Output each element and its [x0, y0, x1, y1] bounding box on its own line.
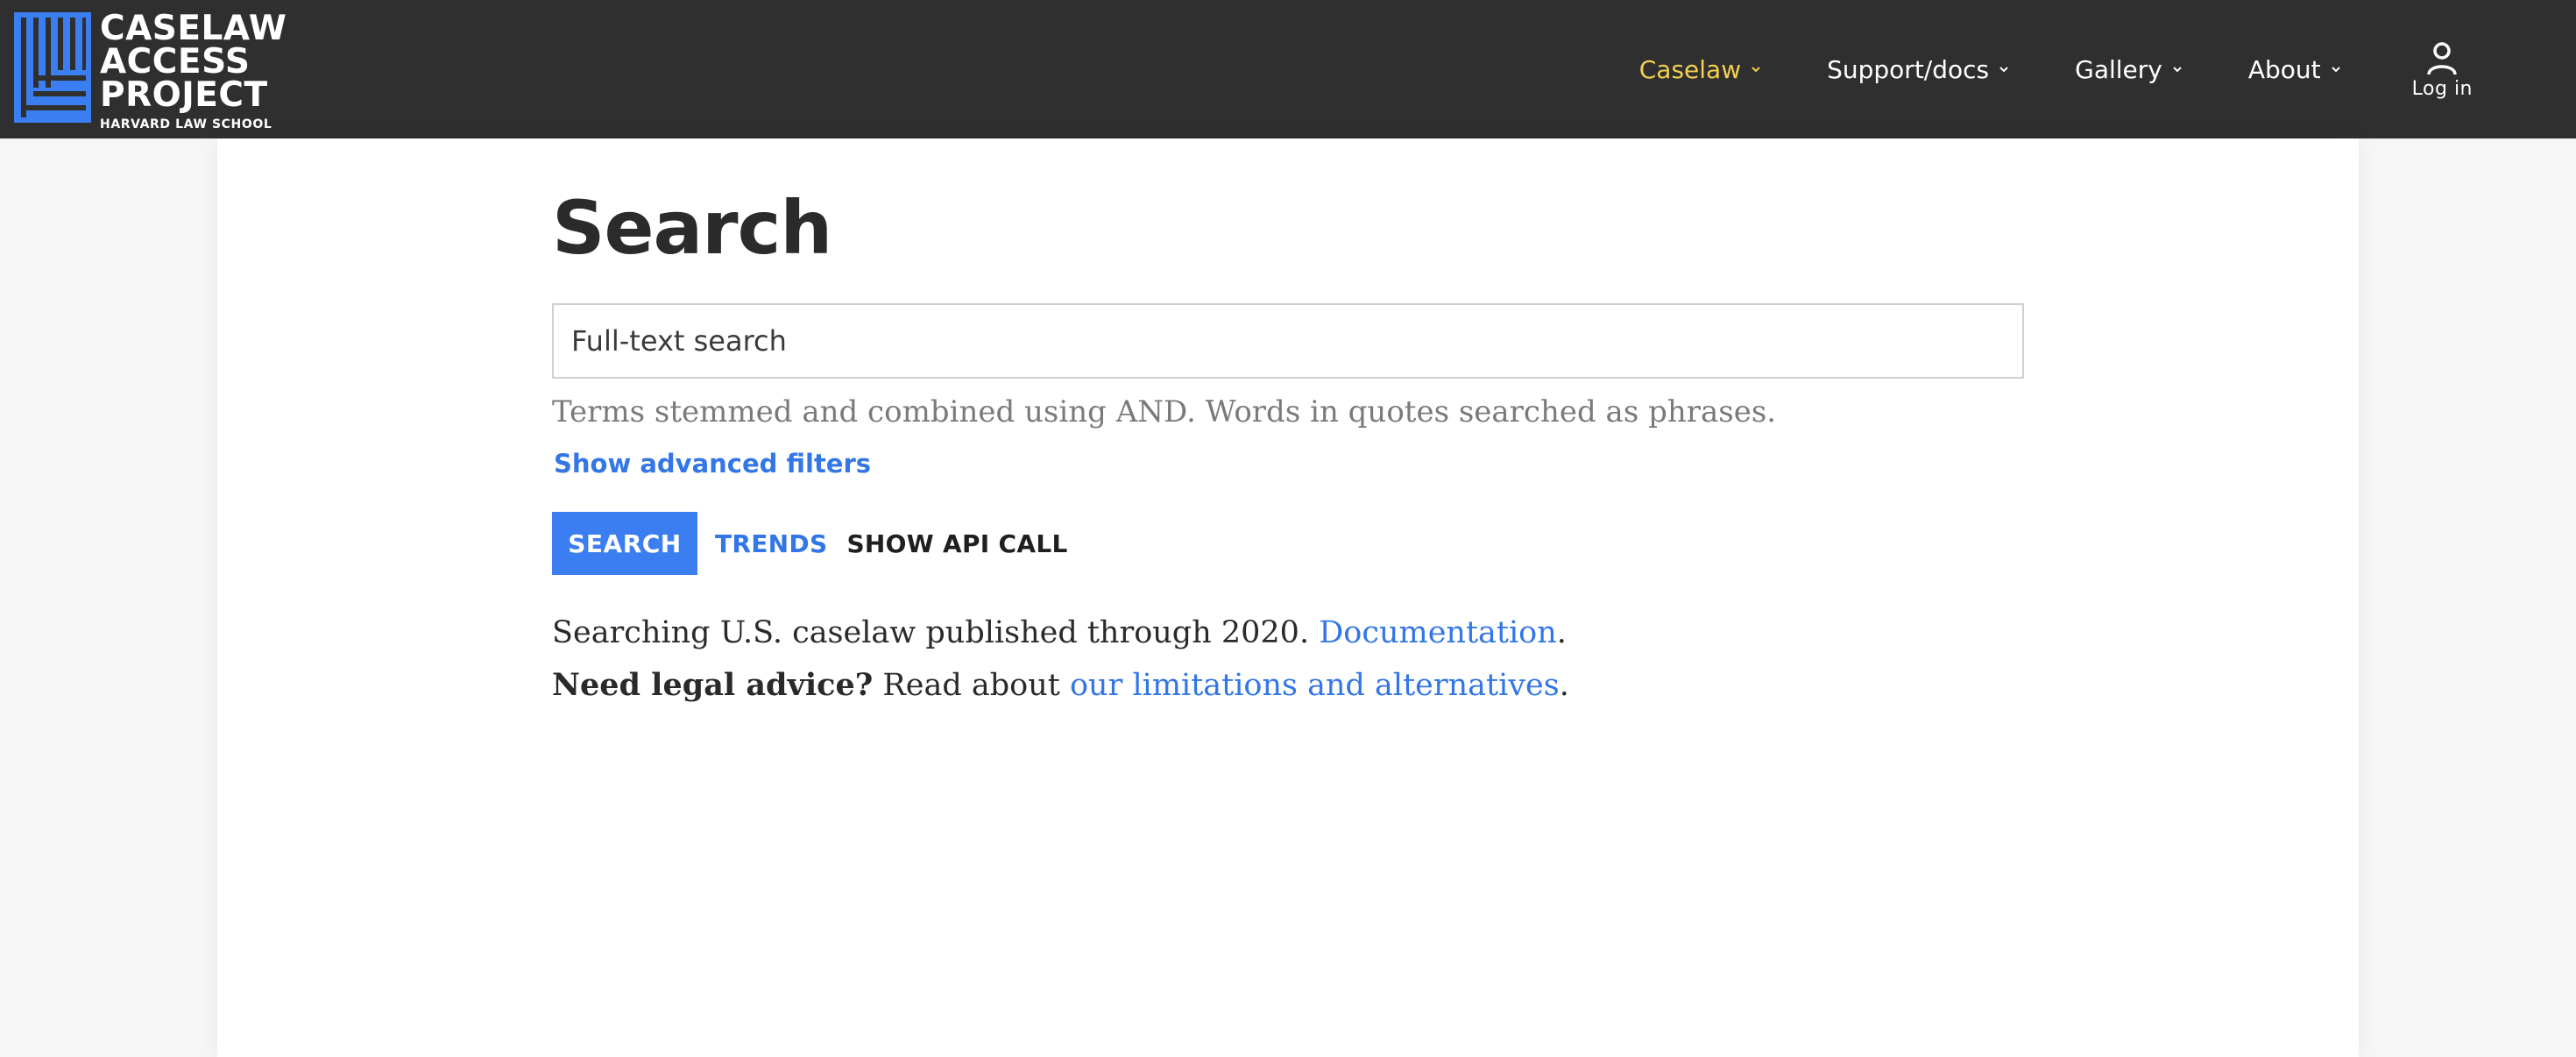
main-nav: Caselaw Support/docs Gallery About Log i…	[1639, 0, 2576, 138]
nav-item-label: Gallery	[2075, 54, 2162, 84]
nav-item-gallery[interactable]: Gallery	[2075, 55, 2183, 84]
login-button[interactable]: Log in	[2412, 39, 2473, 100]
search-actions: SEARCH TRENDS SHOW API CALL	[552, 512, 2024, 575]
search-hint: Terms stemmed and combined using AND. Wo…	[552, 394, 1777, 429]
coverage-end: .	[1556, 615, 1567, 650]
chevron-down-icon	[2331, 67, 2340, 73]
show-advanced-filters-link[interactable]: Show advanced filters	[554, 449, 871, 479]
nav-item-label: Caselaw	[1638, 54, 1742, 84]
search-info: Searching U.S. caselaw published through…	[552, 607, 2024, 712]
nav-item-about[interactable]: About	[2248, 55, 2342, 84]
legal-advice-question: Need legal advice?	[552, 667, 874, 703]
show-api-call-button[interactable]: SHOW API CALL	[846, 529, 1067, 558]
logo-subtitle: HARVARD LAW SCHOOL	[100, 117, 272, 131]
logo-line-3: PROJECT	[100, 75, 268, 115]
full-text-search-input[interactable]	[552, 303, 2024, 379]
logo-line-1: CASELAW	[100, 9, 287, 48]
nav-item-support-docs[interactable]: Support/docs	[1827, 55, 2010, 84]
search-section: Search Terms stemmed and combined using …	[552, 186, 2024, 712]
search-button[interactable]: SEARCH	[552, 512, 697, 575]
limitations-alternatives-link[interactable]: our limitations and alternatives	[1070, 668, 1560, 703]
nav-item-caselaw[interactable]: Caselaw	[1639, 55, 1762, 84]
legal-advice-text: Read about	[882, 668, 1060, 703]
user-icon	[2427, 41, 2458, 75]
documentation-link[interactable]: Documentation	[1319, 615, 1557, 650]
nav-item-label: About	[2247, 54, 2321, 84]
page-title: Search	[552, 185, 832, 271]
logo-wordmark: CASELAW ACCESS PROJECT HARVARD LAW SCHOO…	[100, 9, 287, 133]
coverage-note: Searching U.S. caselaw published through…	[552, 607, 2024, 659]
coverage-text: Searching U.S. caselaw published through…	[552, 615, 1310, 650]
chevron-down-icon	[1999, 67, 2008, 73]
top-navigation-bar: CASELAW ACCESS PROJECT HARVARD LAW SCHOO…	[0, 0, 2576, 138]
chevron-down-icon	[1752, 67, 1760, 73]
chevron-down-icon	[2173, 67, 2182, 73]
logo-line-2: ACCESS	[100, 42, 251, 82]
legal-advice-end: .	[1559, 668, 1569, 703]
caselaw-access-project-logo[interactable]: CASELAW ACCESS PROJECT HARVARD LAW SCHOO…	[14, 9, 287, 133]
nav-item-label: Support/docs	[1827, 54, 1990, 84]
legal-advice-note: Need legal advice? Read about our limita…	[552, 659, 2024, 712]
logo-mark-icon	[14, 12, 91, 123]
trends-button[interactable]: TRENDS	[715, 529, 827, 558]
login-label: Log in	[2411, 77, 2473, 100]
